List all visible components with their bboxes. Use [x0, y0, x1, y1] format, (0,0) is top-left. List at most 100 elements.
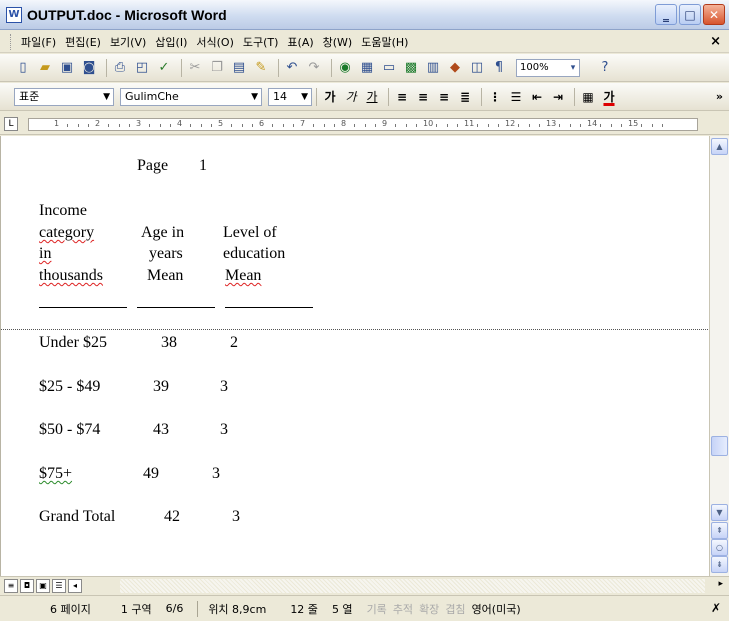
scroll-left-icon[interactable]: ◂	[68, 578, 82, 593]
select-browse-object-icon[interactable]: ○	[711, 539, 728, 556]
close-document-icon[interactable]: ×	[710, 34, 721, 49]
align-left-icon[interactable]: ≡	[393, 88, 411, 106]
ruler-tick	[518, 124, 520, 127]
justify-icon[interactable]: ≣	[456, 88, 474, 106]
ruler-tick	[579, 124, 581, 127]
spelling-status-icon[interactable]: ✗	[711, 601, 721, 615]
header-underline	[39, 307, 127, 308]
menu-window[interactable]: 창(W)	[323, 34, 353, 50]
show-hide-icon[interactable]: ¶	[490, 59, 508, 77]
status-rec[interactable]: 기록	[367, 601, 387, 617]
hyperlink-icon[interactable]: ◉	[336, 59, 354, 77]
close-window-button[interactable]: ✕	[703, 4, 725, 25]
vertical-scrollbar[interactable]: ▲ ▼ ⇞ ○ ⇟	[709, 136, 729, 576]
row-edu: 3	[232, 508, 240, 525]
open-folder-icon[interactable]: ▰	[36, 59, 54, 77]
scroll-thumb[interactable]	[711, 436, 728, 456]
permission-icon[interactable]: ◙	[80, 59, 98, 77]
zoom-dropdown-icon[interactable]: ▾	[564, 59, 582, 77]
drawing-icon[interactable]: ◆	[446, 59, 464, 77]
outline-view-icon[interactable]: ☰	[52, 578, 66, 593]
tab-selector-icon[interactable]: L	[4, 117, 18, 131]
header-age-line3: Mean	[147, 267, 184, 284]
style-value: 표준	[19, 89, 40, 103]
font-size-select[interactable]: 14 ▼	[268, 87, 312, 106]
header-edu-line1: Level of	[223, 224, 277, 241]
menu-tools[interactable]: 도구(T)	[243, 34, 279, 50]
ruler-tick	[231, 124, 233, 127]
style-select[interactable]: 표준 ▼	[14, 87, 114, 106]
ruler-tick	[190, 124, 192, 127]
status-language[interactable]: 영어(미국)	[472, 601, 521, 617]
word-doc-icon[interactable]: W	[6, 6, 22, 23]
status-ext[interactable]: 확장	[419, 601, 439, 617]
copy-icon[interactable]: ❐	[208, 59, 226, 77]
decrease-indent-icon[interactable]: ⇤	[528, 88, 546, 106]
menu-help[interactable]: 도움말(H)	[361, 34, 408, 50]
normal-view-icon[interactable]: ≡	[4, 578, 18, 593]
horizontal-ruler[interactable]: 1 2 3 4 5 6 7 8 9 10 11 12 13 14 15	[28, 118, 698, 131]
print-icon[interactable]: ⎙	[111, 59, 129, 77]
cut-icon[interactable]: ✂	[186, 59, 204, 77]
status-pages: 6/6	[165, 602, 184, 615]
insert-excel-icon[interactable]: ▩	[402, 59, 420, 77]
ruler-tick	[241, 124, 243, 127]
ruler-tick	[620, 124, 622, 127]
increase-indent-icon[interactable]: ⇥	[549, 88, 567, 106]
ruler-number: 4	[177, 119, 183, 128]
paste-icon[interactable]: ▤	[230, 59, 248, 77]
columns-icon[interactable]: ▥	[424, 59, 442, 77]
horizontal-scrollbar[interactable]	[120, 579, 705, 593]
help-icon[interactable]: ?	[596, 59, 614, 77]
scroll-down-icon[interactable]: ▼	[711, 504, 728, 521]
scroll-up-icon[interactable]: ▲	[711, 138, 728, 155]
menu-file[interactable]: 파일(F)	[21, 34, 56, 50]
save-icon[interactable]: ▣	[58, 59, 76, 77]
maximize-button[interactable]: □	[679, 4, 701, 25]
borders-icon[interactable]: ▦	[579, 88, 597, 106]
ruler-number: 6	[259, 119, 265, 128]
status-column: 5 열	[331, 602, 353, 616]
align-right-icon[interactable]: ≡	[435, 88, 453, 106]
underline-button[interactable]: 가	[363, 88, 381, 106]
undo-icon[interactable]: ↶	[283, 59, 301, 77]
font-color-button[interactable]: 가	[600, 88, 618, 106]
status-trk[interactable]: 추적	[393, 601, 413, 617]
row-category: $25 - $49	[39, 378, 101, 395]
header-income-line2: category	[39, 224, 95, 241]
ruler-tick	[108, 124, 110, 127]
align-center-icon[interactable]: ≡	[414, 88, 432, 106]
next-page-icon[interactable]: ⇟	[711, 556, 728, 573]
menu-table[interactable]: 표(A)	[287, 34, 313, 50]
new-document-icon[interactable]: ▯	[14, 59, 32, 77]
menu-view[interactable]: 보기(V)	[110, 34, 146, 50]
spelling-icon[interactable]: ✓	[155, 59, 173, 77]
print-layout-icon[interactable]: ▣	[36, 578, 50, 593]
document-map-icon[interactable]: ◫	[468, 59, 486, 77]
previous-page-icon[interactable]: ⇞	[711, 522, 728, 539]
status-ovr[interactable]: 겹침	[445, 601, 465, 617]
bullets-icon[interactable]: ☰	[507, 88, 525, 106]
toolbar-options-icon[interactable]: »	[716, 90, 723, 103]
minimize-button[interactable]: ‗	[655, 4, 677, 25]
numbering-icon[interactable]: ⋮	[486, 88, 504, 106]
row-age: 42	[164, 508, 180, 525]
format-painter-icon[interactable]: ✎	[252, 59, 270, 77]
redo-icon[interactable]: ↷	[305, 59, 323, 77]
scroll-right-icon[interactable]: ▸	[718, 579, 723, 589]
menu-format[interactable]: 서식(O)	[196, 34, 233, 50]
tables-borders-icon[interactable]: ▦	[358, 59, 376, 77]
menu-edit[interactable]: 편집(E)	[65, 34, 101, 50]
row-edu: 3	[212, 465, 220, 482]
ruler-tick	[395, 124, 397, 127]
web-layout-icon[interactable]: ◘	[20, 578, 34, 593]
ruler-number: 13	[546, 119, 557, 128]
menu-insert[interactable]: 삽입(I)	[155, 34, 187, 50]
font-select[interactable]: GulimChe ▼	[120, 87, 262, 106]
bold-button[interactable]: 가	[321, 88, 339, 106]
ruler-tick	[210, 124, 212, 127]
print-preview-icon[interactable]: ◰	[133, 59, 151, 77]
insert-table-icon[interactable]: ▭	[380, 59, 398, 77]
document-area[interactable]: Page 1 Income category in thousands Age …	[0, 136, 709, 576]
italic-button[interactable]: 가	[342, 88, 360, 106]
